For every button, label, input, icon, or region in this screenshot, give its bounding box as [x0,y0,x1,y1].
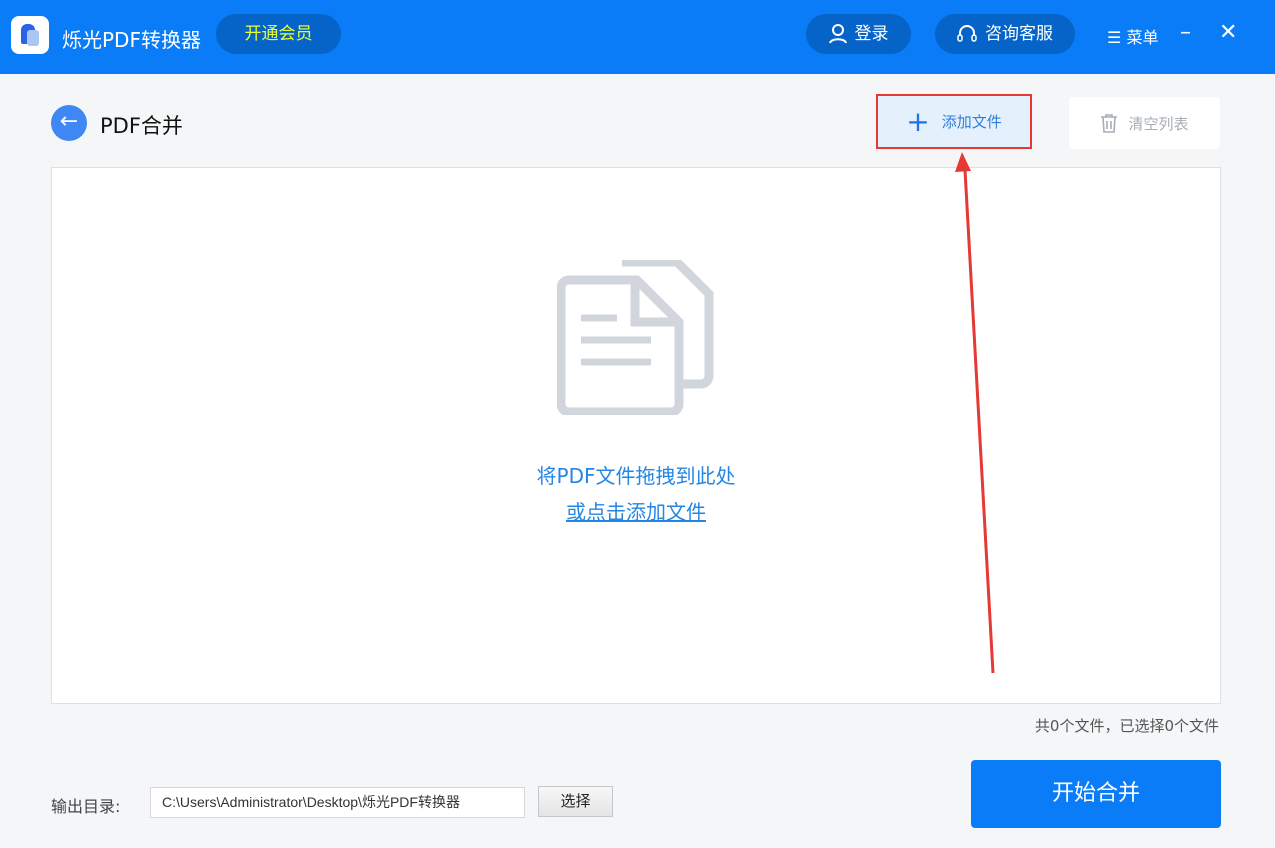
minimize-button[interactable]: – [1180,20,1191,45]
click-add-file-link[interactable]: 或点击添加文件 [52,496,1220,525]
start-merge-button[interactable]: 开始合并 [971,760,1221,828]
file-drop-zone[interactable]: 将PDF文件拖拽到此处 或点击添加文件 [51,167,1221,704]
add-file-button[interactable]: + 添加文件 [876,94,1032,149]
back-button[interactable]: ← [51,105,87,141]
vip-button[interactable]: 开通会员 [216,14,341,54]
documents-icon [557,260,714,415]
login-label: 登录 [854,24,889,44]
menu-label: 菜单 [1126,28,1159,47]
app-title: 烁光PDF转换器 [62,28,201,52]
output-dir-label: 输出目录: [51,797,121,816]
user-icon [828,24,847,44]
file-count: 共0个文件，已选择0个文件 [1034,717,1219,735]
headset-icon [957,25,977,42]
hamburger-icon: ☰ [1107,28,1127,47]
login-button[interactable]: 登录 [806,14,911,54]
support-label: 咨询客服 [985,24,1053,44]
page-title: PDF合并 [100,114,183,138]
app-logo-icon [11,16,49,54]
title-bar: 烁光PDF转换器 开通会员 登录 咨询客服 ☰ 菜单 – ✕ [0,0,1275,74]
output-dir-input[interactable]: C:\Users\Administrator\Desktop\烁光PDF转换器 [150,787,525,818]
add-file-label: 添加文件 [941,113,1002,131]
menu-button[interactable]: ☰ 菜单 [1107,24,1158,48]
plus-icon: + [906,104,930,138]
choose-dir-button[interactable]: 选择 [538,786,613,817]
clear-list-label: 清空列表 [1128,114,1189,133]
clear-list-button[interactable]: 清空列表 [1069,97,1220,149]
trash-icon [1101,114,1118,133]
close-button[interactable]: ✕ [1219,20,1237,45]
drop-hint: 将PDF文件拖拽到此处 [536,464,736,488]
support-button[interactable]: 咨询客服 [935,14,1075,54]
